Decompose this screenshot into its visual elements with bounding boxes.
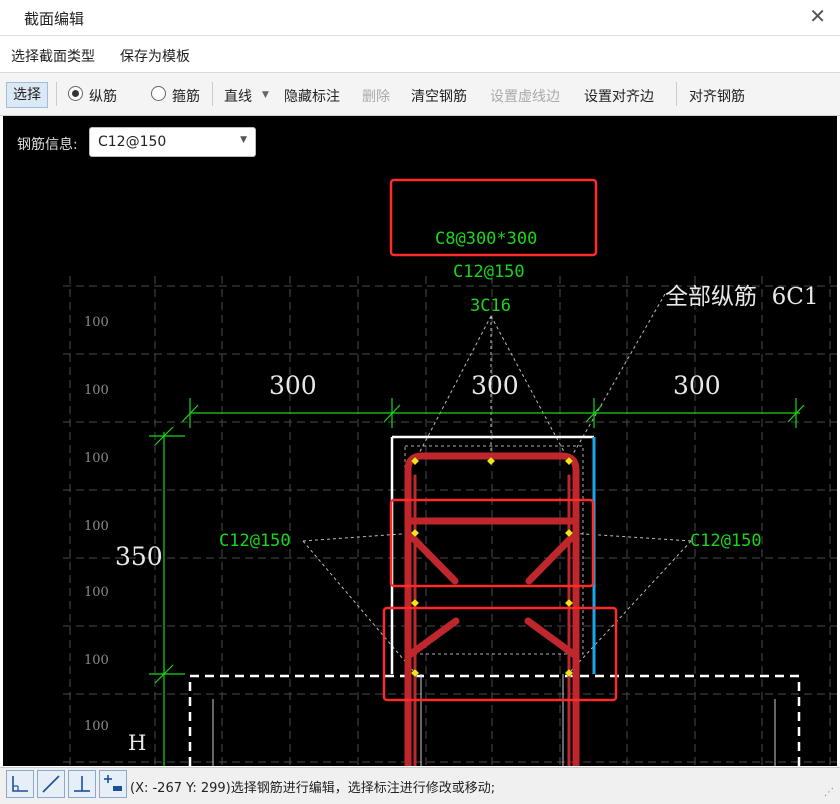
radio-stirrup-label[interactable]: 箍筋 <box>172 86 200 106</box>
window-title: 截面编辑 <box>24 10 85 28</box>
drawing-canvas[interactable]: 100 100 100 100 100 100 100 300 300 300 … <box>3 116 837 766</box>
radio-longitudinal-label[interactable]: 纵筋 <box>89 86 117 106</box>
clear-rebar-button[interactable]: 清空钢筋 <box>411 86 467 106</box>
toolbar-separator <box>56 82 57 106</box>
label-h: H <box>128 731 146 755</box>
resize-grip-icon[interactable]: ⋰ <box>824 787 834 798</box>
grid-label: 100 <box>84 383 109 398</box>
radio-longitudinal[interactable] <box>68 86 83 101</box>
chevron-down-icon[interactable]: ▼ <box>240 135 247 145</box>
toolbar-separator <box>212 82 213 106</box>
annot-c12-left[interactable]: C12@150 <box>219 531 291 551</box>
toolbar-separator <box>676 82 677 106</box>
grid-labels: 100 100 100 100 100 100 100 <box>84 315 109 734</box>
dimension-text: 300 300 300 350 H <box>115 371 721 755</box>
perpendicular-icon[interactable] <box>68 770 96 798</box>
dim-top-middle[interactable]: 300 <box>471 371 519 400</box>
set-align-edge-button[interactable]: 设置对齐边 <box>584 86 654 106</box>
title-bar: 截面编辑 ✕ <box>0 0 840 36</box>
select-button[interactable]: 选择 <box>6 82 48 108</box>
status-text: (X: -267 Y: 299)选择钢筋进行编辑，选择标注进行修改或移动; <box>130 781 496 796</box>
rebar-info-select[interactable]: C12@150 ▼ <box>89 127 256 157</box>
dim-top-left[interactable]: 300 <box>269 371 317 400</box>
toolbar: 选择 纵筋 箍筋 直线 ▼ 隐藏标注 删除 清空钢筋 设置虚线边 设置对齐边 对… <box>0 73 840 116</box>
grid-label: 100 <box>84 585 109 600</box>
annot-3c16[interactable]: 3C16 <box>470 296 511 316</box>
grid-label: 100 <box>84 315 109 330</box>
close-icon[interactable]: ✕ <box>809 4 826 28</box>
grid-label: 100 <box>84 519 109 534</box>
annot-all-longitudinal[interactable]: 全部纵筋 6C1 <box>665 284 819 310</box>
chevron-down-icon[interactable]: ▼ <box>262 90 269 100</box>
annot-c12-top[interactable]: C12@150 <box>453 262 525 282</box>
grid-label: 100 <box>84 451 109 466</box>
dim-left[interactable]: 350 <box>115 542 163 571</box>
menu-select-section-type[interactable]: 选择截面类型 <box>11 46 95 66</box>
dim-top-right[interactable]: 300 <box>673 371 721 400</box>
add-point-icon[interactable] <box>99 770 127 798</box>
grid-label: 100 <box>84 719 109 734</box>
ortho-mode-icon[interactable] <box>6 770 34 798</box>
menu-save-as-template[interactable]: 保存为模板 <box>120 46 190 66</box>
section-outline <box>188 435 801 766</box>
rebar-info-value[interactable]: C12@150 <box>98 134 166 150</box>
grid-label: 100 <box>84 653 109 668</box>
section-drawing[interactable]: 100 100 100 100 100 100 100 300 300 300 … <box>3 116 837 766</box>
leader-lines <box>302 293 692 674</box>
set-dashed-edge-button[interactable]: 设置虚线边 <box>490 86 560 106</box>
delete-button[interactable]: 删除 <box>362 86 390 106</box>
radio-stirrup[interactable] <box>151 86 166 101</box>
hide-annotation-button[interactable]: 隐藏标注 <box>284 86 340 106</box>
rebar-info-label: 钢筋信息: <box>17 137 78 153</box>
status-bar: (X: -267 Y: 299)选择钢筋进行编辑，选择标注进行修改或移动; ⋰ <box>0 767 840 804</box>
annot-stirrup-c8[interactable]: C8@300*300 <box>435 229 537 249</box>
line-dropdown-button[interactable]: 直线 <box>224 86 252 106</box>
menu-bar: 选择截面类型 保存为模板 <box>0 36 840 73</box>
annot-c12-right[interactable]: C12@150 <box>690 531 762 551</box>
diagonal-line-icon[interactable] <box>37 770 65 798</box>
align-rebar-button[interactable]: 对齐钢筋 <box>689 86 745 106</box>
